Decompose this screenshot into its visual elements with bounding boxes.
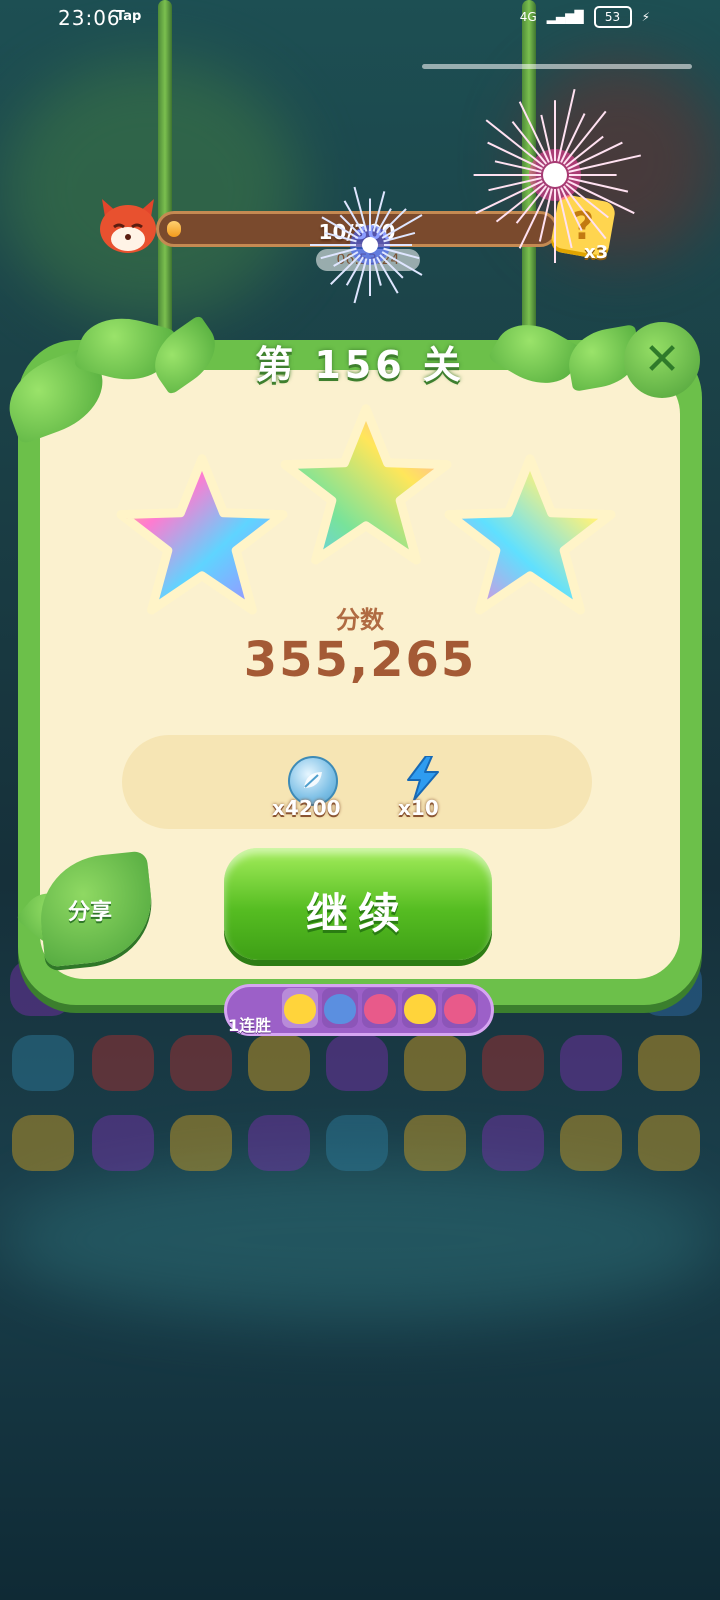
rating-star-2 [280, 404, 452, 565]
close-icon: ✕ [643, 334, 681, 385]
signal-icon: ▂▄▆█ [546, 10, 584, 24]
rewards-container [122, 735, 592, 829]
level-title: 第 156 关 [255, 343, 465, 387]
status-bar: 23:06 Tap 4G ▂▄▆█ 53 ⚡ [0, 0, 720, 36]
tile [404, 1115, 466, 1171]
event-progress-text: 10/300 [318, 220, 396, 244]
vine-left [158, 0, 172, 370]
chick-icon [284, 994, 316, 1024]
tile [170, 1115, 232, 1171]
close-button[interactable]: ✕ [624, 322, 700, 398]
continue-button[interactable]: 继续 [224, 848, 492, 960]
bird-icon [364, 994, 396, 1024]
top-indicator-strip [422, 64, 692, 69]
tile [92, 1035, 154, 1091]
score-value: 355,265 [243, 632, 477, 688]
clock: 23:06 [58, 6, 121, 30]
tile [638, 1115, 700, 1171]
tile [12, 1115, 74, 1171]
tile [482, 1115, 544, 1171]
background-glow [0, 60, 300, 320]
tile [248, 1035, 310, 1091]
status-icons: 4G ▂▄▆█ 53 ⚡ [520, 6, 650, 28]
network-type: 4G [519, 10, 537, 24]
event-countdown: 06:53:24 [316, 249, 420, 271]
mystery-reward-count: x3 [584, 242, 609, 263]
tile [560, 1035, 622, 1091]
tile [560, 1115, 622, 1171]
bird-icon [444, 994, 476, 1024]
win-streak-count: 1 [228, 1016, 240, 1035]
tile [326, 1035, 388, 1091]
score-label: 分数 [336, 606, 384, 634]
continue-label: 继续 [305, 889, 410, 938]
win-streak-label: 1连胜 [228, 1012, 271, 1036]
fox-avatar-icon [100, 199, 156, 253]
charging-icon: ⚡ [641, 10, 650, 24]
chick-icon [404, 994, 436, 1024]
tile [638, 1035, 700, 1091]
tile [170, 1035, 232, 1091]
tile [92, 1115, 154, 1171]
energy-reward-amount: x10 [398, 796, 439, 820]
tile [12, 1035, 74, 1091]
event-progress-bar: 10/300 [156, 211, 558, 247]
win-streak-text: 连胜 [239, 1016, 272, 1035]
share-label[interactable]: 分享 [68, 894, 112, 926]
notification-app-label: Tap [116, 9, 142, 24]
battery-icon: 53 [593, 6, 632, 28]
coin-reward-amount: x4200 [272, 796, 341, 820]
lightning-icon [407, 756, 439, 800]
hippo-icon [324, 994, 356, 1024]
tile [326, 1115, 388, 1171]
tile [482, 1035, 544, 1091]
tile [248, 1115, 310, 1171]
vine-right [522, 0, 536, 370]
tile [404, 1035, 466, 1091]
